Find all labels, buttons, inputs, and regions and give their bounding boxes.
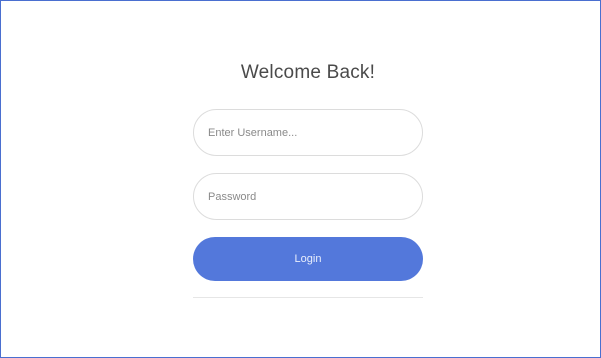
password-input[interactable] [193,173,423,220]
login-form: Welcome Back! Login [193,49,423,298]
page-frame: Welcome Back! Login [0,0,601,358]
page-title: Welcome Back! [240,62,376,83]
divider [193,297,423,298]
login-button[interactable]: Login [193,237,423,281]
username-input[interactable] [193,109,423,156]
